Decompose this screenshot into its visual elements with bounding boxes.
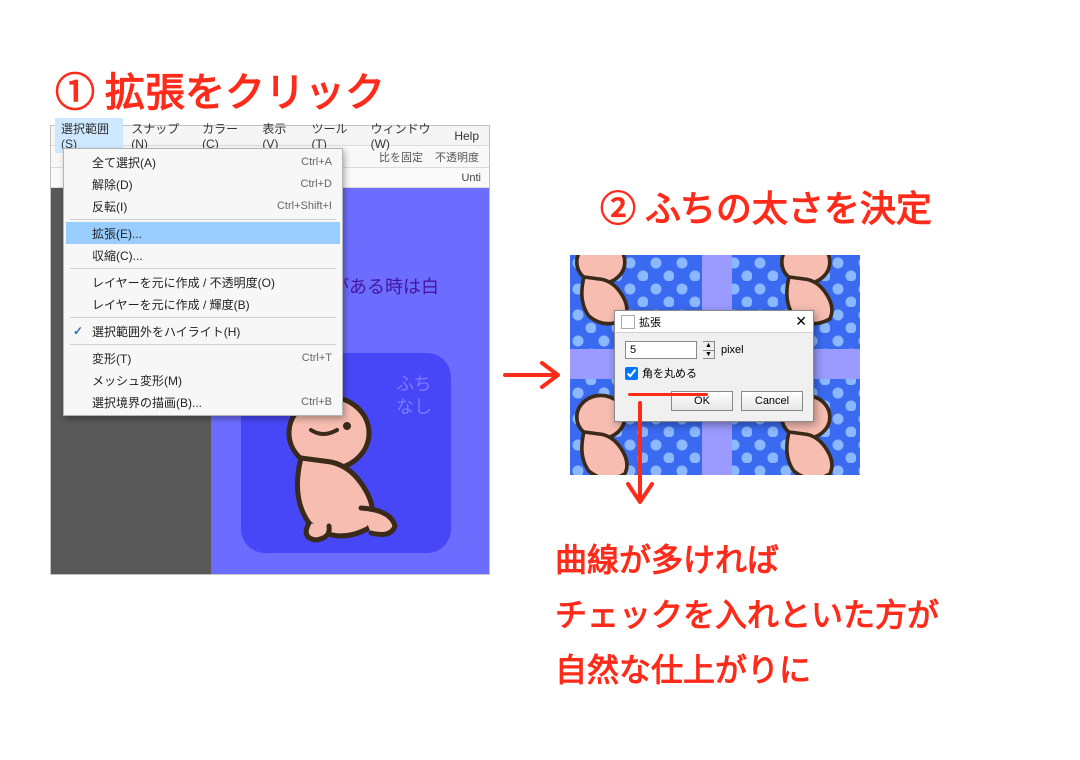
menuitem-select-all[interactable]: 全て選択(A)Ctrl+A — [66, 151, 340, 173]
expand-pixel-input[interactable] — [625, 341, 697, 359]
menuitem-create-from-layer-opacity[interactable]: レイヤーを元に作成 / 不透明度(O) — [66, 271, 340, 293]
annotation-step2: ② ふちの太さを決定 — [600, 180, 932, 232]
selection-dropdown: 全て選択(A)Ctrl+A 解除(D)Ctrl+D 反転(I)Ctrl+Shif… — [63, 148, 343, 416]
annotation-note-1: 曲線が多ければ — [555, 535, 779, 581]
annotation-step1: ① 拡張をクリック — [55, 60, 385, 118]
canvas-text-fragment: がある時は白 — [331, 273, 439, 299]
menuitem-contract[interactable]: 収縮(C)... — [66, 244, 340, 266]
cancel-button[interactable]: Cancel — [741, 391, 803, 411]
spinner-buttons[interactable]: ▲▼ — [703, 341, 715, 359]
arrow-down-icon — [620, 398, 660, 518]
menuitem-deselect[interactable]: 解除(D)Ctrl+D — [66, 173, 340, 195]
round-corners-label: 角を丸める — [642, 365, 697, 381]
close-icon[interactable]: ✕ — [795, 313, 807, 330]
menuitem-expand[interactable]: 拡張(E)... — [66, 222, 340, 244]
arrow-icon — [500, 355, 570, 395]
dialog-title: 拡張 — [639, 314, 661, 330]
dialog-titlebar[interactable]: 拡張 ✕ — [615, 311, 813, 333]
toolbar-ratio-lock[interactable]: 比を固定 — [379, 149, 423, 165]
menuitem-create-from-layer-luminance[interactable]: レイヤーを元に作成 / 輝度(B) — [66, 293, 340, 315]
menuitem-mesh-transform[interactable]: メッシュ変形(M) — [66, 369, 340, 391]
annotation-note-2: チェックを入れといた方が — [555, 590, 939, 636]
menu-help[interactable]: Help — [448, 127, 485, 145]
toolbar-opacity[interactable]: 不透明度 — [435, 149, 479, 165]
menuitem-invert[interactable]: 反転(I)Ctrl+Shift+I — [66, 195, 340, 217]
annotation-underline — [628, 393, 708, 396]
round-corners-checkbox[interactable] — [625, 367, 638, 380]
menuitem-highlight-outside[interactable]: 選択範囲外をハイライト(H) — [66, 320, 340, 342]
menubar: 選択範囲(S) スナップ(N) カラー(C) 表示(V) ツール(T) ウィンド… — [51, 126, 489, 146]
menuitem-draw-selection-border[interactable]: 選択境界の描画(B)...Ctrl+B — [66, 391, 340, 413]
menuitem-transform[interactable]: 変形(T)Ctrl+T — [66, 347, 340, 369]
annotation-note-3: 自然な仕上がりに — [555, 645, 811, 691]
tab-untitled[interactable]: Unti — [461, 172, 481, 184]
unit-label: pixel — [721, 344, 744, 356]
dialog-icon — [621, 315, 635, 329]
